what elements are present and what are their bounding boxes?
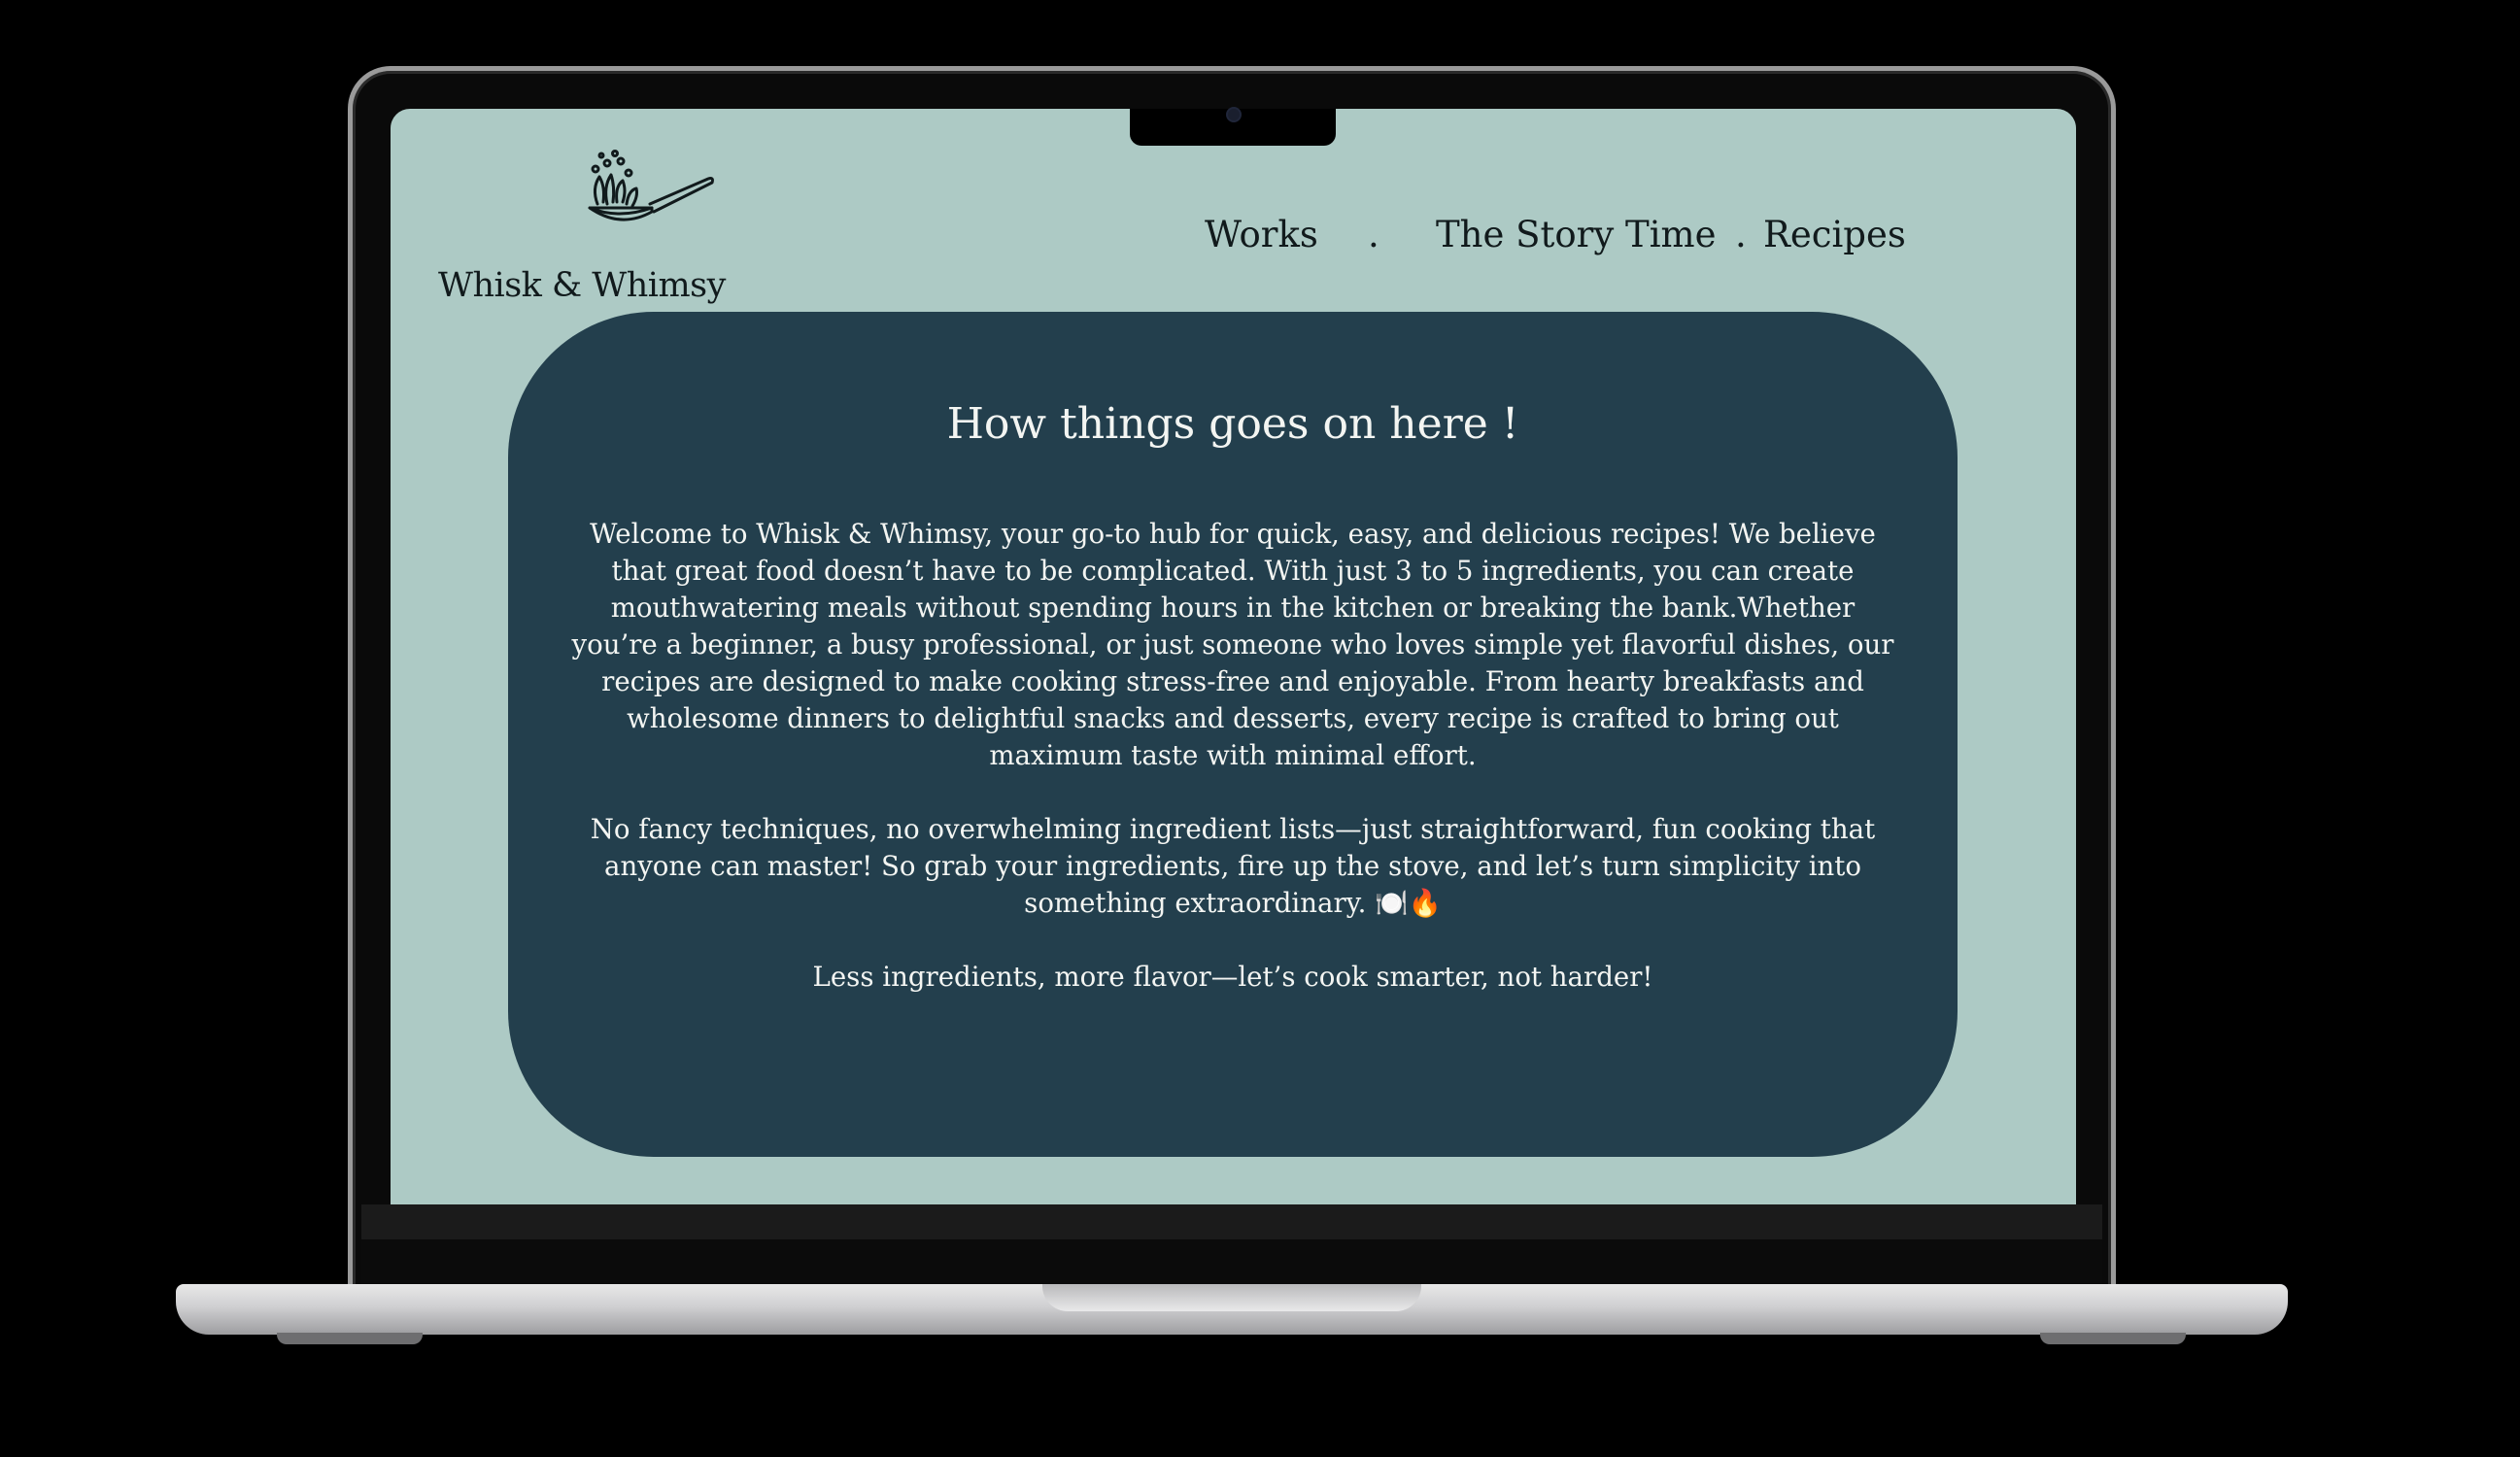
intro-body: Welcome to Whisk & Whimsy, your go-to hu… (570, 516, 1895, 1033)
nav-item-recipes[interactable]: Recipes (1763, 214, 1906, 255)
website: Whisk & Whimsy Works . The Story Time . … (391, 109, 2076, 1204)
intro-paragraph: Welcome to Whisk & Whimsy, your go-to hu… (571, 518, 1894, 771)
nav-separator: . (1735, 214, 1747, 255)
device-mockup: Whisk & Whimsy Works . The Story Time . … (0, 0, 2520, 1457)
laptop-hinge (361, 1239, 2102, 1286)
laptop-opening-notch (1042, 1284, 1421, 1311)
intro-card: How things goes on here ! Welcome to Whi… (508, 312, 1958, 1157)
laptop-chin (361, 1204, 2102, 1239)
nav-item-works[interactable]: Works (1205, 214, 1318, 255)
intro-tagline: Less ingredients, more flavor—let’s cook… (812, 961, 1653, 993)
laptop-foot-right (2040, 1333, 2186, 1344)
laptop-foot-left (277, 1333, 423, 1344)
intro-title: How things goes on here ! (946, 399, 1519, 449)
brand-logo[interactable]: Whisk & Whimsy (438, 148, 749, 305)
laptop-screen: Whisk & Whimsy Works . The Story Time . … (391, 109, 2076, 1204)
intro-paragraph: No fancy techniques, no overwhelming ing… (590, 813, 1876, 919)
nav-separator: . (1368, 214, 1379, 255)
camera-icon (1226, 107, 1242, 122)
whisk-pan-icon (588, 150, 714, 221)
nav-item-the-story-time[interactable]: The Story Time (1436, 214, 1717, 255)
brand-name: Whisk & Whimsy (438, 266, 726, 305)
